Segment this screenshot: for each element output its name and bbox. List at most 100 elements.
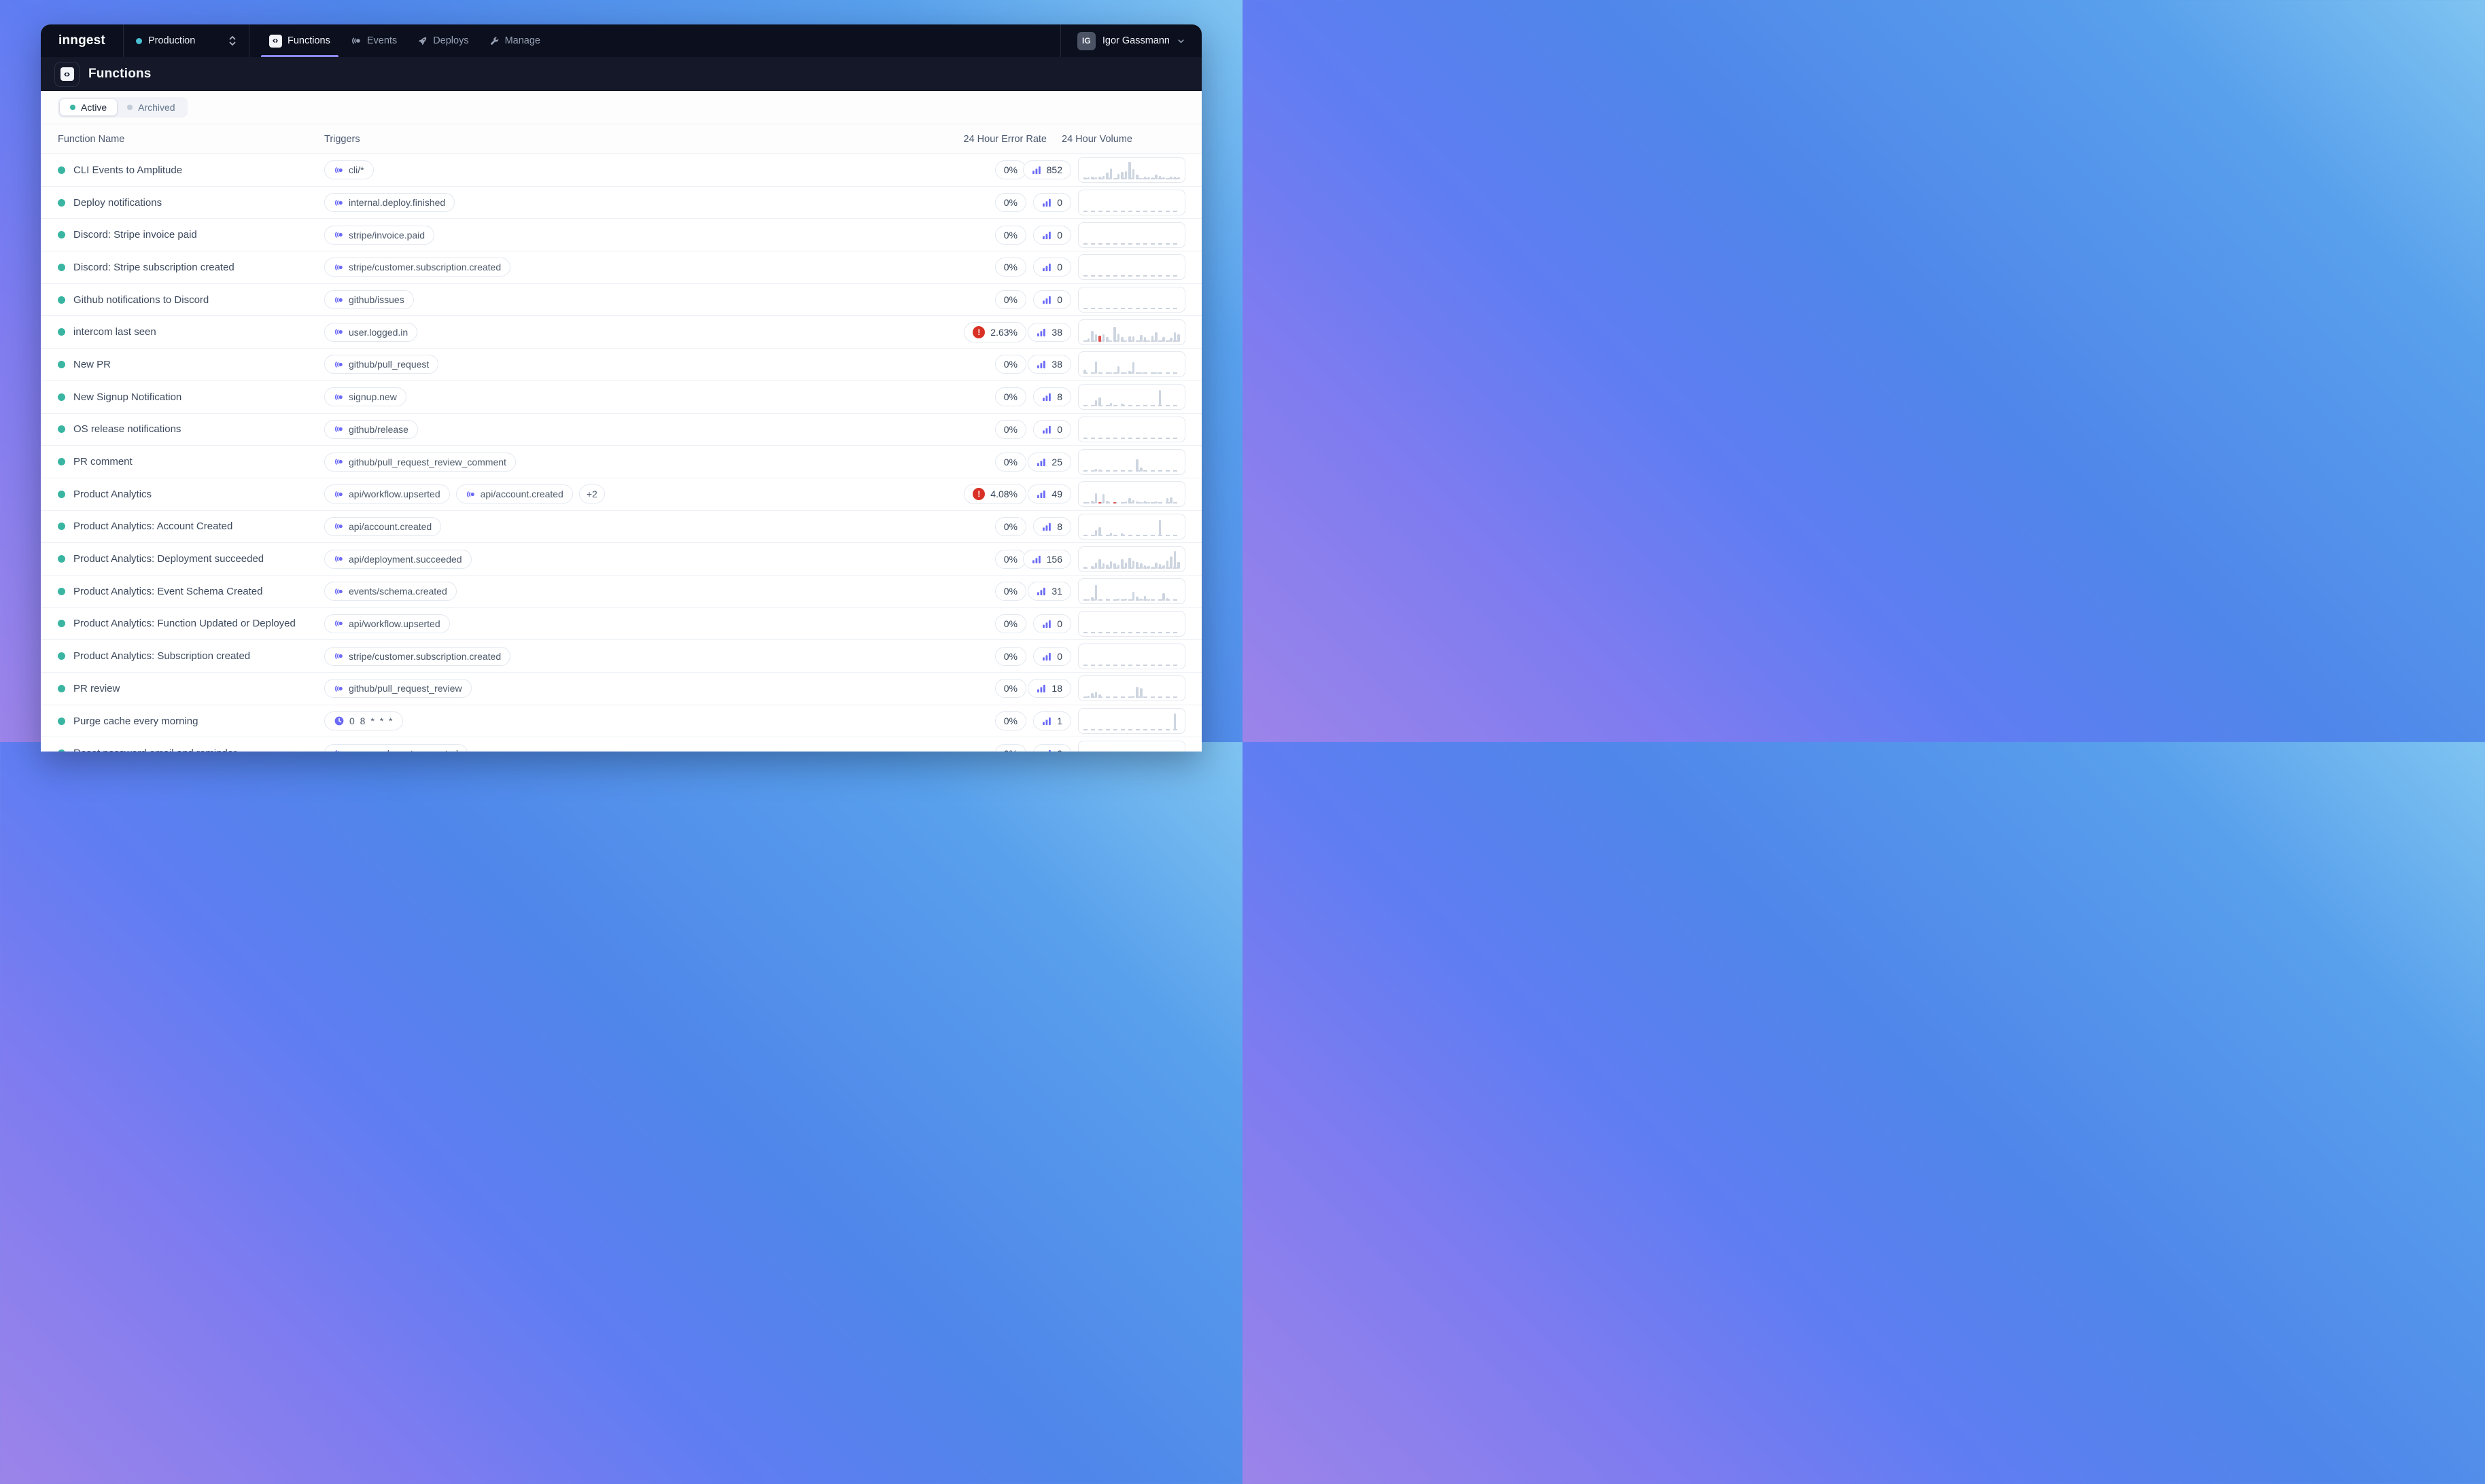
volume-badge: 18 bbox=[1028, 679, 1071, 698]
tab-events[interactable]: Events bbox=[341, 24, 407, 57]
volume-bar bbox=[1166, 598, 1169, 601]
volume-bar bbox=[1140, 335, 1143, 342]
volume-badge: 0 bbox=[1033, 290, 1071, 309]
volume-value: 1 bbox=[1057, 716, 1062, 726]
bar-chart-icon bbox=[1042, 425, 1052, 434]
trigger-label: api/workflow.upserted bbox=[349, 618, 440, 629]
function-row[interactable]: OS release notifications github/release … bbox=[41, 414, 1202, 446]
function-row[interactable]: Github notifications to Discord github/i… bbox=[41, 284, 1202, 317]
filter-archived-button[interactable]: Archived bbox=[117, 99, 185, 116]
trigger-label: api/account.created bbox=[349, 521, 432, 532]
volume-bar bbox=[1155, 501, 1158, 504]
function-row[interactable]: Product Analytics: Event Schema Created … bbox=[41, 576, 1202, 608]
error-rate-value: 0% bbox=[1004, 586, 1018, 597]
logo-wrap[interactable]: inngest bbox=[41, 24, 123, 57]
function-name-cell: Deploy notifications bbox=[58, 197, 324, 209]
volume-value: 31 bbox=[1052, 586, 1062, 597]
volume-value: 0 bbox=[1057, 748, 1062, 752]
volume-bar bbox=[1174, 713, 1177, 730]
user-menu[interactable]: IG Igor Gassmann bbox=[1061, 24, 1202, 57]
triggers-cell: cli/* bbox=[324, 160, 924, 179]
trigger-badge: api/account.created bbox=[324, 517, 441, 536]
volume-badge: 8 bbox=[1033, 517, 1071, 536]
volume-bar bbox=[1091, 535, 1094, 536]
status-dot bbox=[58, 328, 65, 336]
function-row[interactable]: Discord: Stripe subscription created str… bbox=[41, 251, 1202, 284]
filter-active-button[interactable]: Active bbox=[60, 99, 117, 116]
error-rate-badge: ! 2.63% bbox=[964, 322, 1026, 342]
volume-bar bbox=[1174, 332, 1177, 342]
error-rate-cell: ! 0% bbox=[924, 193, 1026, 212]
function-row[interactable]: intercom last seen user.logged.in ! 2.63… bbox=[41, 316, 1202, 349]
error-rate-value: 0% bbox=[1004, 716, 1018, 726]
function-row[interactable]: PR review github/pull_request_review ! 0… bbox=[41, 673, 1202, 705]
volume-bar bbox=[1155, 563, 1158, 568]
volume-cell: 31 bbox=[1026, 578, 1185, 604]
volume-badge: 31 bbox=[1028, 582, 1071, 601]
volume-value: 8 bbox=[1057, 391, 1062, 402]
trigger-label: github/pull_request_review_comment bbox=[349, 457, 506, 467]
volume-value: 38 bbox=[1052, 327, 1062, 338]
function-row[interactable]: Reset password email and reminder passwo… bbox=[41, 737, 1202, 752]
volume-bar bbox=[1088, 502, 1090, 504]
volume-cell: 8 bbox=[1026, 514, 1185, 540]
tab-manage[interactable]: Manage bbox=[479, 24, 551, 57]
volume-bar bbox=[1110, 340, 1113, 341]
triggers-cell: 0 8 * * * bbox=[324, 711, 924, 730]
function-row[interactable]: Product Analytics: Deployment succeeded … bbox=[41, 543, 1202, 576]
trigger-label: api/account.created bbox=[481, 489, 563, 499]
error-rate-badge: ! 0% bbox=[995, 711, 1026, 730]
volume-bar bbox=[1159, 340, 1162, 342]
event-icon bbox=[334, 295, 344, 305]
function-row[interactable]: Deploy notifications internal.deploy.fin… bbox=[41, 187, 1202, 219]
function-row[interactable]: Discord: Stripe invoice paid stripe/invo… bbox=[41, 219, 1202, 251]
volume-bar bbox=[1095, 334, 1098, 342]
status-dot bbox=[58, 718, 65, 725]
volume-bar bbox=[1128, 371, 1131, 374]
environment-label: Production bbox=[148, 35, 222, 46]
volume-bar bbox=[1098, 694, 1101, 699]
error-rate-value: 0% bbox=[1004, 359, 1018, 370]
function-row[interactable]: New PR github/pull_request ! 0% 38 bbox=[41, 349, 1202, 381]
volume-bar bbox=[1121, 502, 1124, 504]
function-row[interactable]: Product Analytics: Subscription created … bbox=[41, 640, 1202, 673]
function-name: Github notifications to Discord bbox=[73, 294, 209, 306]
user-name: Igor Gassmann bbox=[1102, 35, 1170, 46]
function-row[interactable]: PR comment github/pull_request_review_co… bbox=[41, 446, 1202, 478]
function-row[interactable]: Product Analytics: Account Created api/a… bbox=[41, 511, 1202, 544]
event-icon bbox=[334, 651, 344, 661]
error-rate-badge: ! 0% bbox=[995, 614, 1026, 633]
volume-bar bbox=[1147, 566, 1150, 568]
environment-selector[interactable]: Production bbox=[124, 24, 249, 57]
volume-sparkline bbox=[1078, 157, 1185, 183]
function-name-cell: Product Analytics: Account Created bbox=[58, 520, 324, 532]
tab-deploys[interactable]: Deploys bbox=[407, 24, 479, 57]
error-rate-value: 0% bbox=[1004, 391, 1018, 402]
volume-bar bbox=[1098, 177, 1101, 179]
trigger-badge: github/pull_request bbox=[324, 355, 438, 374]
event-icon bbox=[334, 327, 344, 337]
function-row[interactable]: Product Analytics: Function Updated or D… bbox=[41, 608, 1202, 641]
tab-functions[interactable]: Functions bbox=[259, 24, 341, 57]
volume-bar bbox=[1166, 561, 1169, 569]
function-row[interactable]: New Signup Notification signup.new ! 0% … bbox=[41, 381, 1202, 414]
volume-bar bbox=[1083, 340, 1086, 341]
volume-value: 0 bbox=[1057, 651, 1062, 662]
function-row[interactable]: Purge cache every morning 0 8 * * * ! 0%… bbox=[41, 705, 1202, 738]
function-row[interactable]: CLI Events to Amplitude cli/* ! 0% 852 bbox=[41, 154, 1202, 187]
environment-status-dot bbox=[136, 38, 142, 44]
rocket-icon bbox=[417, 36, 428, 46]
volume-bar bbox=[1088, 338, 1090, 342]
volume-value: 0 bbox=[1057, 294, 1062, 305]
volume-value: 0 bbox=[1057, 424, 1062, 435]
volume-bar bbox=[1159, 390, 1162, 406]
volume-bar bbox=[1155, 372, 1158, 374]
volume-bar bbox=[1083, 567, 1086, 569]
function-name: Reset password email and reminder bbox=[73, 747, 237, 752]
volume-bar bbox=[1102, 176, 1105, 180]
volume-bar bbox=[1095, 493, 1098, 504]
cron-clock-icon bbox=[334, 716, 345, 726]
volume-cell: 0 bbox=[1026, 643, 1185, 669]
function-row[interactable]: Product Analytics api/workflow.upserteda… bbox=[41, 478, 1202, 511]
volume-bar bbox=[1162, 177, 1165, 180]
